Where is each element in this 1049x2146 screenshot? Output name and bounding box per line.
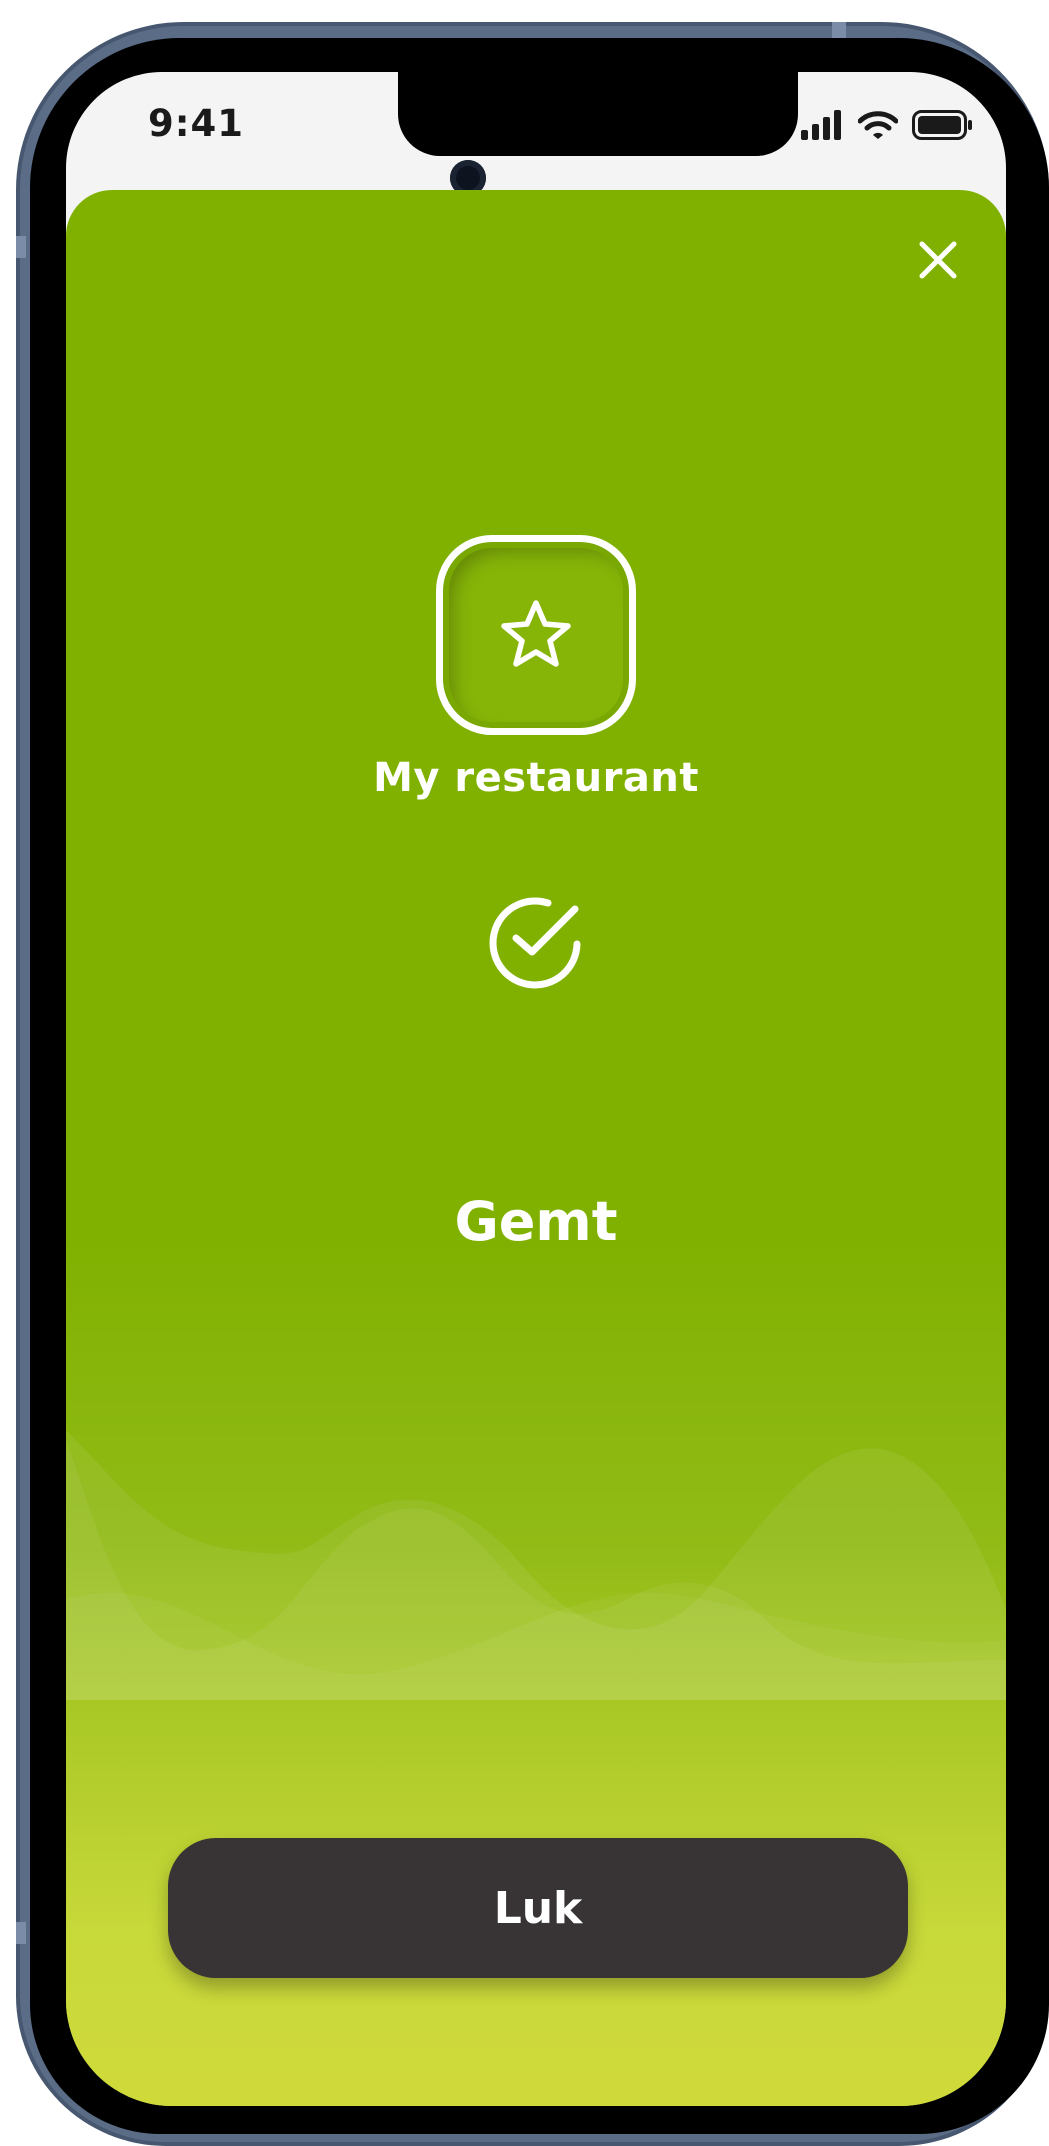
restaurant-tile	[436, 535, 636, 735]
status-time: 9:41	[148, 102, 245, 145]
decorative-waves	[66, 1430, 1006, 1700]
status-bar: 9:41	[66, 72, 1006, 196]
side-button-left-bottom	[16, 1922, 26, 1944]
side-button-left-top	[16, 236, 26, 258]
battery-icon	[912, 110, 972, 140]
wifi-icon	[858, 111, 898, 139]
restaurant-name: My restaurant	[373, 755, 699, 801]
cellular-signal-icon	[801, 110, 841, 140]
status-icons	[800, 110, 974, 140]
check-circle-icon	[489, 897, 581, 989]
phone-screen: 9:41 My restaurant Gemt Luk	[66, 72, 1006, 2106]
star-icon	[501, 600, 571, 667]
confirmation-sheet: My restaurant Gemt Luk	[66, 190, 1006, 2106]
saved-status-text: Gemt	[454, 1190, 618, 1253]
close-icon[interactable]	[910, 232, 966, 288]
notch	[398, 72, 798, 156]
close-button[interactable]: Luk	[168, 1838, 908, 1978]
